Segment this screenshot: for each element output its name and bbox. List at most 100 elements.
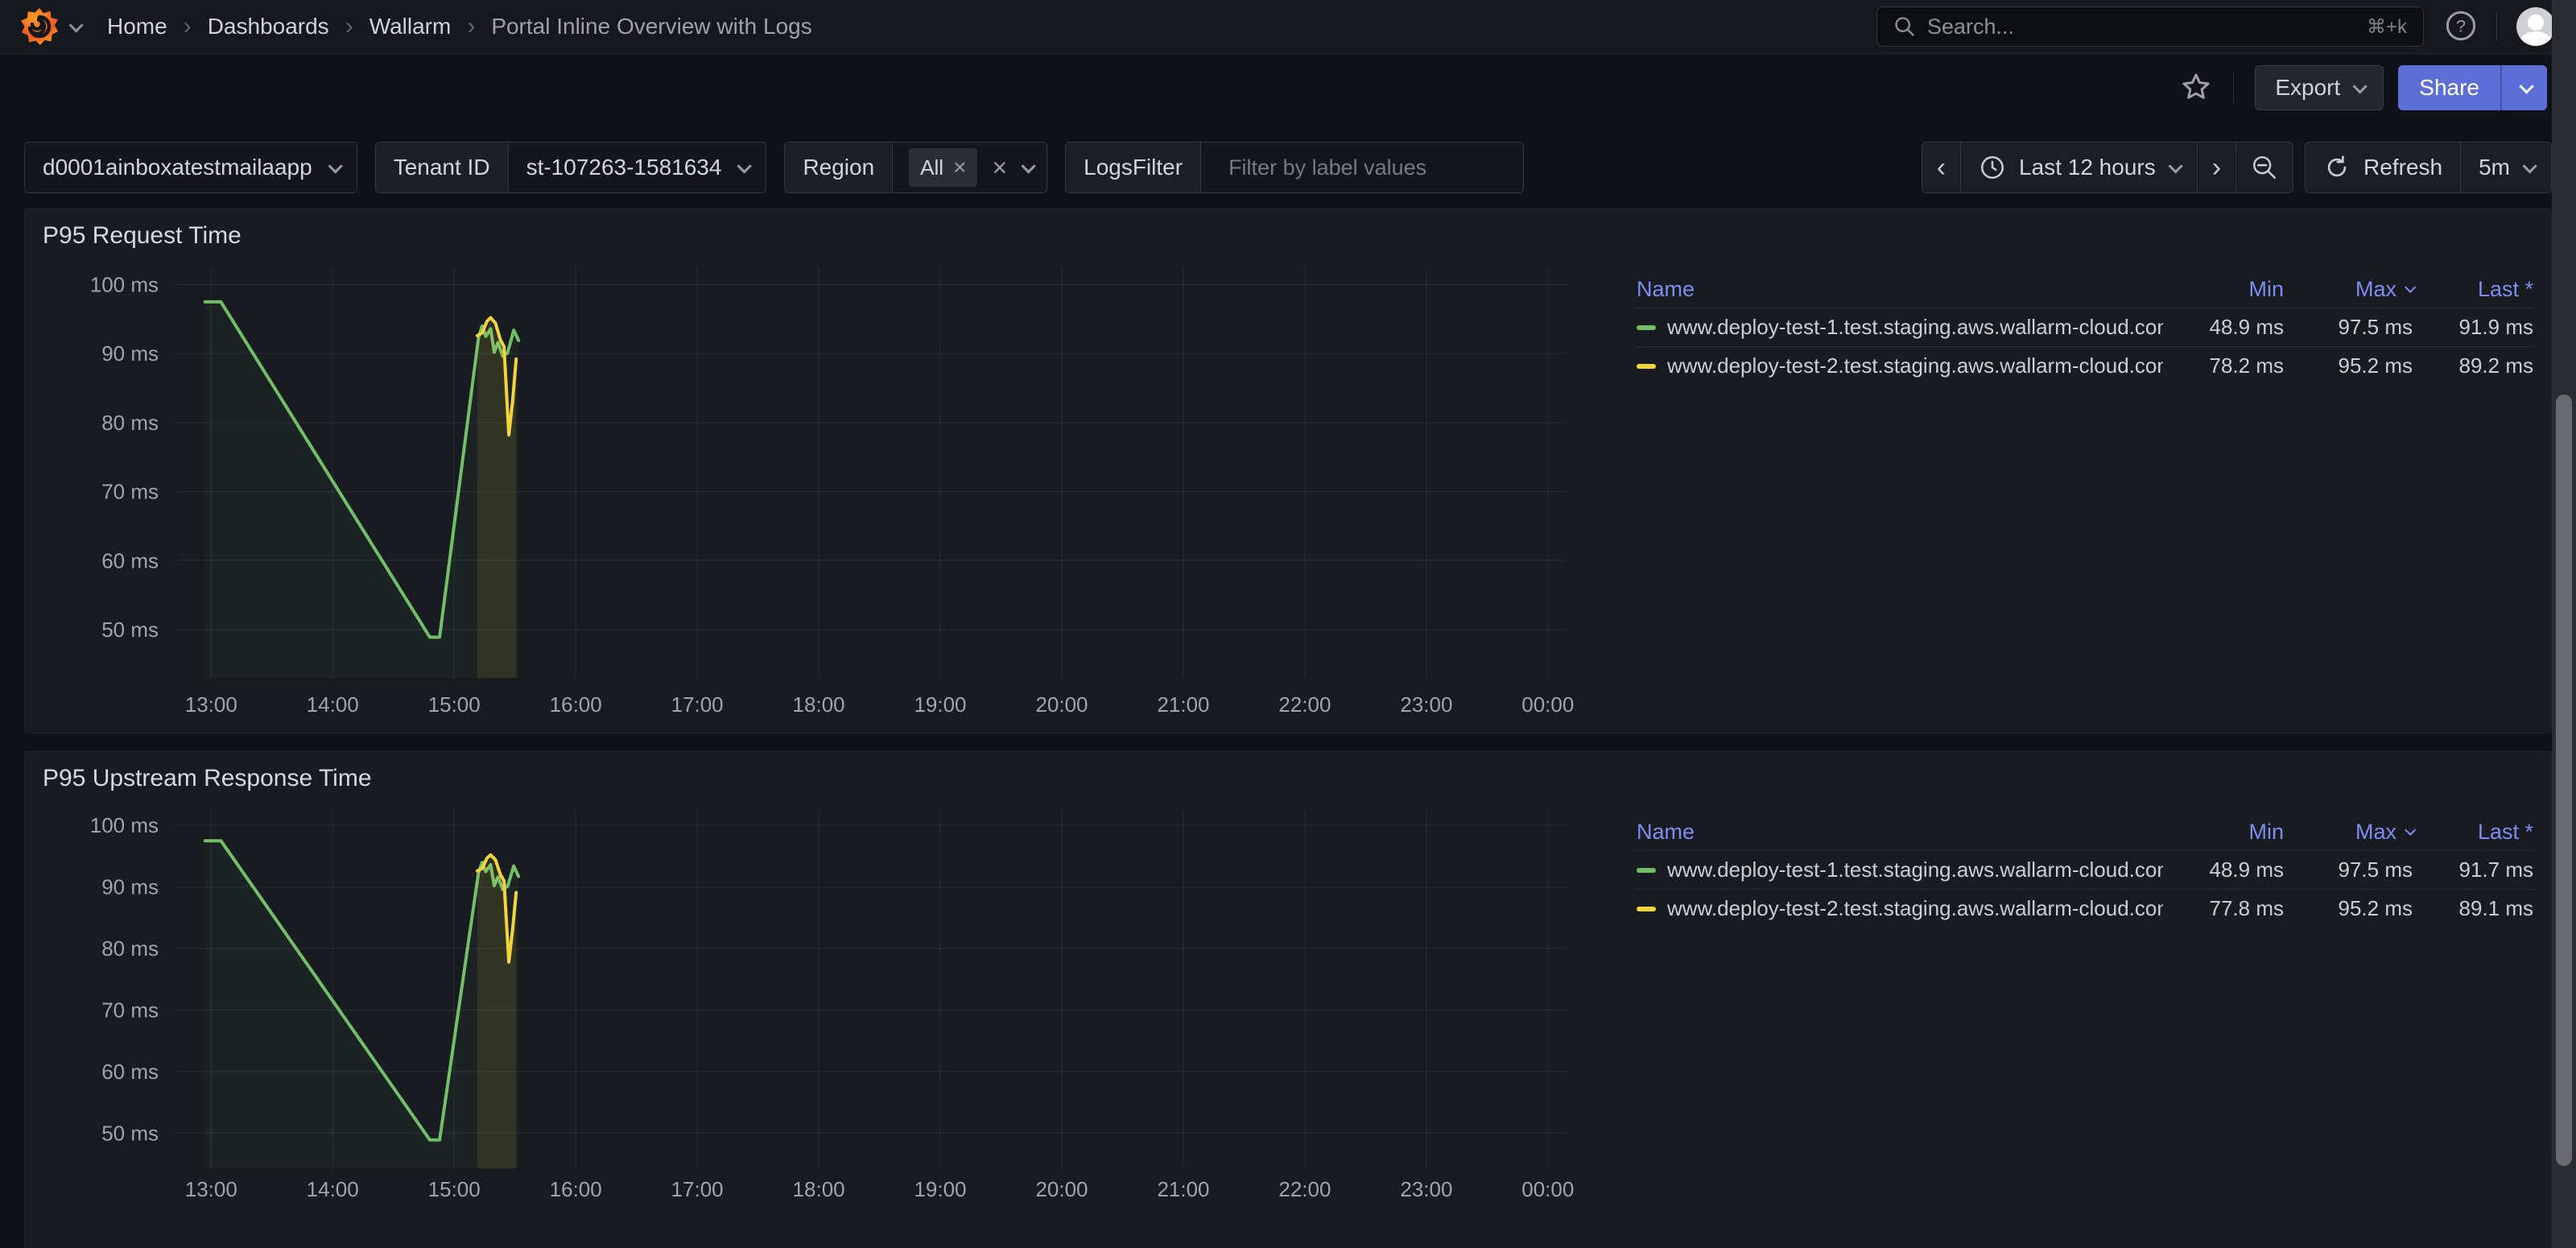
refresh-button[interactable]: Refresh	[2306, 143, 2460, 192]
breadcrumb-home[interactable]: Home	[107, 14, 167, 39]
series-color-marker	[1637, 907, 1656, 911]
chevron-down-icon	[737, 159, 752, 173]
svg-text:?: ?	[2456, 15, 2466, 35]
svg-text:13:00: 13:00	[185, 1177, 237, 1201]
panel-header[interactable]: P95 Request Time	[25, 209, 2551, 256]
legend-series-name[interactable]: www.deploy-test-2.test.staging.aws.walla…	[1637, 346, 2163, 385]
svg-text:70 ms: 70 ms	[101, 480, 159, 504]
legend-header-max[interactable]: Max	[2284, 271, 2413, 308]
svg-text:19:00: 19:00	[914, 692, 966, 717]
svg-text:100 ms: 100 ms	[90, 272, 159, 296]
refresh-icon	[2323, 154, 2351, 181]
legend-series-min: 48.9 ms	[2163, 850, 2284, 889]
share-options-button[interactable]	[2500, 65, 2547, 110]
svg-text:18:00: 18:00	[793, 692, 845, 717]
page-scrollbar[interactable]	[2552, 0, 2576, 1248]
legend-header-max[interactable]: Max	[2284, 813, 2413, 850]
svg-text:60 ms: 60 ms	[101, 548, 159, 572]
legend-series-last: 91.7 ms	[2413, 850, 2533, 889]
legend-header-name[interactable]: Name	[1637, 271, 2163, 308]
svg-text:19:00: 19:00	[914, 1177, 966, 1201]
user-avatar[interactable]	[2516, 7, 2555, 46]
legend-series-max: 97.5 ms	[2284, 308, 2413, 346]
svg-text:50 ms: 50 ms	[101, 618, 159, 642]
share-split-button: Share	[2398, 65, 2547, 110]
svg-text:23:00: 23:00	[1400, 1177, 1452, 1201]
nav-right-section: ⌘+k ?	[1876, 6, 2555, 47]
legend-series-name[interactable]: www.deploy-test-1.test.staging.aws.walla…	[1637, 308, 2163, 346]
search-icon	[1893, 15, 1916, 38]
share-button[interactable]: Share	[2398, 65, 2500, 110]
svg-text:16:00: 16:00	[550, 692, 602, 717]
legend-header-min[interactable]: Min	[2163, 271, 2284, 308]
help-icon: ?	[2445, 10, 2477, 42]
refresh-interval-dropdown[interactable]: 5m	[2460, 143, 2551, 192]
search-box[interactable]: ⌘+k	[1876, 6, 2424, 47]
svg-text:21:00: 21:00	[1157, 1177, 1209, 1201]
legend-series-max: 95.2 ms	[2284, 889, 2413, 928]
svg-text:00:00: 00:00	[1521, 1177, 1574, 1201]
export-button[interactable]: Export	[2255, 65, 2384, 110]
chip-remove-icon[interactable]: ×	[953, 155, 966, 180]
app-variable-value: d0001ainboxatestmailaapp	[43, 155, 312, 180]
svg-text:22:00: 22:00	[1278, 692, 1331, 717]
star-dashboard-button[interactable]	[2180, 71, 2212, 105]
zoom-out-button[interactable]	[2235, 143, 2293, 192]
app-variable-dropdown[interactable]: d0001ainboxatestmailaapp	[24, 142, 357, 193]
legend-header-min[interactable]: Min	[2163, 813, 2284, 850]
svg-text:100 ms: 100 ms	[90, 813, 159, 837]
timeseries-chart[interactable]: 13:0014:0015:0016:0017:0018:0019:0020:00…	[38, 802, 1608, 1226]
panel-title: P95 Request Time	[43, 222, 242, 249]
svg-text:20:00: 20:00	[1035, 692, 1088, 717]
svg-text:17:00: 17:00	[671, 1177, 724, 1201]
legend-series-max: 95.2 ms	[2284, 346, 2413, 385]
timeseries-chart[interactable]: 13:0014:0015:0016:0017:0018:0019:0020:00…	[38, 259, 1608, 732]
svg-text:60 ms: 60 ms	[101, 1060, 159, 1084]
logs-filter-control[interactable]: LogsFilter	[1065, 142, 1524, 193]
region-variable-label: Region	[785, 143, 893, 192]
export-button-label: Export	[2275, 75, 2340, 101]
time-shift-back-button[interactable]: ‹	[1922, 143, 1960, 192]
org-switcher-chevron-icon[interactable]	[68, 18, 83, 32]
panel-p95-request-time: P95 Request Time 13:0014:0015:0016:0017:…	[24, 209, 2552, 734]
svg-text:20:00: 20:00	[1035, 1177, 1088, 1201]
legend-series-last: 89.2 ms	[2413, 346, 2533, 385]
breadcrumb-dashboards[interactable]: Dashboards	[208, 14, 329, 39]
time-shift-forward-button[interactable]: ›	[2197, 143, 2235, 192]
legend-series-name[interactable]: www.deploy-test-2.test.staging.aws.walla…	[1637, 889, 2163, 928]
chevron-down-icon	[1022, 159, 1036, 173]
svg-text:15:00: 15:00	[428, 692, 481, 717]
panel-header[interactable]: P95 Upstream Response Time	[25, 752, 2551, 799]
time-range-label: Last 12 hours	[2019, 155, 2156, 180]
svg-text:90 ms: 90 ms	[101, 341, 159, 366]
breadcrumb-separator: ›	[184, 13, 192, 40]
svg-text:80 ms: 80 ms	[101, 411, 159, 435]
breadcrumb-wallarm[interactable]: Wallarm	[369, 14, 452, 39]
legend-header-name[interactable]: Name	[1637, 813, 2163, 850]
legend-header-last[interactable]: Last *	[2413, 271, 2533, 308]
tenant-variable-dropdown[interactable]: Tenant ID st-107263-1581634	[375, 142, 767, 193]
chevron-down-icon	[328, 159, 342, 173]
zoom-out-icon	[2251, 154, 2278, 181]
svg-text:23:00: 23:00	[1400, 692, 1452, 717]
region-variable-dropdown[interactable]: Region All × ×	[784, 142, 1047, 193]
help-button[interactable]: ?	[2445, 10, 2477, 44]
legend-series-name[interactable]: www.deploy-test-1.test.staging.aws.walla…	[1637, 850, 2163, 889]
chevron-down-icon	[2168, 159, 2182, 173]
scrollbar-thumb[interactable]	[2556, 395, 2572, 1166]
clock-icon	[1979, 154, 2006, 181]
logs-filter-input[interactable]	[1228, 155, 1513, 180]
nav-divider	[2496, 12, 2497, 41]
time-controls: ‹ Last 12 hours › Refresh 5m	[1922, 142, 2552, 193]
legend-series-min: 78.2 ms	[2163, 346, 2284, 385]
region-clear-icon[interactable]: ×	[992, 153, 1007, 183]
region-chip-all[interactable]: All ×	[909, 148, 977, 187]
series-color-marker	[1637, 868, 1656, 873]
chevron-down-icon	[2522, 159, 2537, 173]
legend-series-min: 77.8 ms	[2163, 889, 2284, 928]
search-input[interactable]	[1927, 14, 2355, 39]
grafana-logo-icon[interactable]	[21, 8, 58, 45]
svg-text:50 ms: 50 ms	[101, 1121, 159, 1145]
time-range-button[interactable]: Last 12 hours	[1960, 143, 2197, 192]
legend-header-last[interactable]: Last *	[2413, 813, 2533, 850]
